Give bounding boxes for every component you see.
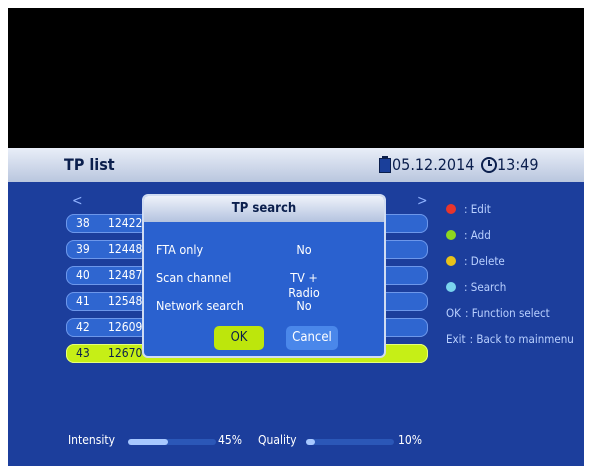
color-key-icon — [446, 282, 456, 292]
tp-number: 42 — [76, 320, 90, 334]
legend-text: : Function select — [464, 306, 550, 320]
tp-number: 39 — [76, 242, 90, 256]
dialog-title: TP search — [231, 201, 297, 216]
help-legend: : Edit: Add: Delete: Search OK: Function … — [436, 182, 584, 466]
page-title: TP list — [64, 155, 115, 174]
scan-channel-label: Scan channel — [156, 270, 232, 285]
dialog-header: TP search — [144, 196, 384, 222]
legend-text: : Add — [464, 228, 491, 242]
tp-number: 43 — [76, 346, 90, 360]
tv-screen: TP list 05.12.2014 13:49 < > 38 12422 39 12… — [8, 8, 584, 466]
intensity-bar — [128, 439, 216, 445]
legend-key: Exit — [446, 332, 466, 346]
network-search-label: Network search — [156, 298, 244, 313]
color-key-icon — [446, 256, 456, 266]
ok-button[interactable]: OK — [214, 326, 264, 350]
quality-bar — [306, 439, 394, 445]
color-key-icon — [446, 204, 456, 214]
tp-frequency: 12548 — [108, 294, 143, 308]
quality-label: Quality — [258, 433, 297, 447]
network-search-value[interactable]: No — [274, 298, 334, 313]
tp-frequency: 12422 — [108, 216, 143, 230]
legend-key: OK — [446, 306, 461, 320]
fta-only-value[interactable]: No — [274, 242, 334, 257]
legend-text: : Search — [464, 280, 507, 294]
page-left-arrow[interactable]: < — [72, 193, 83, 209]
legend-text: : Delete — [464, 254, 505, 268]
intensity-label: Intensity — [68, 433, 115, 447]
tp-number: 40 — [76, 268, 90, 282]
tp-search-dialog: TP search FTA only No Scan channel TV + … — [142, 194, 386, 358]
date-display: 05.12.2014 — [392, 155, 475, 174]
fta-only-label: FTA only — [156, 242, 204, 257]
calendar-icon — [379, 156, 391, 173]
page-right-arrow[interactable]: > — [417, 193, 428, 209]
tp-frequency: 12487 — [108, 268, 143, 282]
legend-text: : Back to mainmenu — [469, 332, 574, 346]
intensity-bar-fill — [128, 439, 168, 445]
legend-text: : Edit — [464, 202, 491, 216]
tp-frequency: 12670 — [108, 346, 143, 360]
tp-number: 41 — [76, 294, 90, 308]
tp-number: 38 — [76, 216, 90, 230]
cancel-button[interactable]: Cancel — [286, 326, 338, 350]
header-bar: TP list 05.12.2014 13:49 — [8, 148, 584, 182]
quality-bar-fill — [306, 439, 315, 445]
color-key-icon — [446, 230, 456, 240]
scan-channel-value[interactable]: TV + Radio — [274, 270, 334, 300]
legend-item-back-to-mainmenu: Exit: Back to mainmenu — [446, 332, 574, 346]
clock-icon — [481, 157, 497, 173]
tp-frequency: 12448 — [108, 242, 143, 256]
intensity-value: 45% — [218, 433, 242, 447]
tp-frequency: 12609 — [108, 320, 143, 334]
time-display: 13:49 — [497, 155, 539, 174]
quality-value: 10% — [398, 433, 422, 447]
legend-item-function-select: OK: Function select — [446, 306, 550, 320]
